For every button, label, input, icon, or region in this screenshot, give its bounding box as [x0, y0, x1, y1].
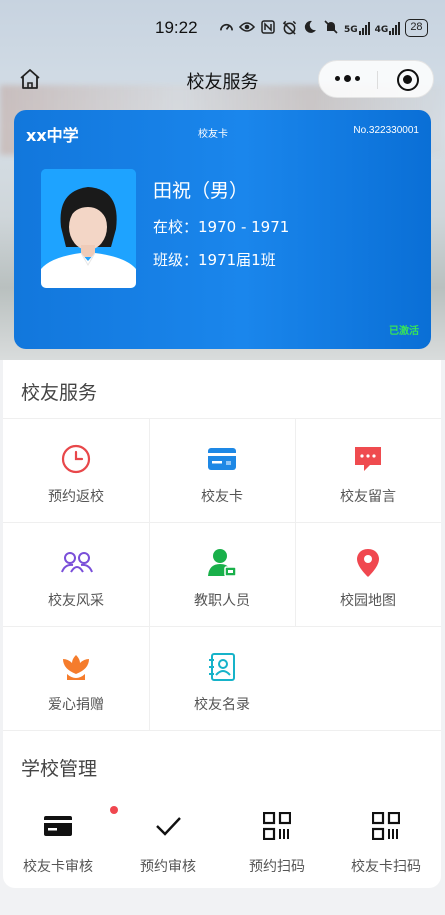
service-label: 爱心捐赠: [48, 697, 104, 713]
people-icon: [61, 548, 93, 578]
close-miniprogram-icon[interactable]: [397, 69, 419, 91]
mgmt-card-scan[interactable]: 校友卡扫码: [331, 811, 441, 888]
card-class: 班级：1971届1班: [153, 251, 276, 269]
card-holder-name: 田祝（男）: [153, 180, 249, 202]
alumni-card[interactable]: xx中学 校友卡 No.322330001 田祝（男） 在校：1970 - 19…: [14, 110, 431, 349]
qr-scan-icon: [262, 811, 292, 841]
signal-4g: 4G: [374, 21, 401, 35]
donate-icon: [61, 652, 91, 682]
service-label: 教职人员: [194, 593, 250, 609]
navigation-bar: 校友服务: [0, 58, 445, 102]
service-label: 校友名录: [194, 697, 250, 713]
service-label: 预约返校: [48, 489, 104, 505]
alarm-icon: [281, 20, 297, 36]
status-icons: 5G 4G 28: [218, 18, 428, 38]
service-campus-map[interactable]: 校园地图: [295, 522, 441, 626]
service-alumni-showcase[interactable]: 校友风采: [3, 522, 149, 626]
mgmt-booking-scan[interactable]: 预约扫码: [222, 811, 332, 888]
mgmt-booking-review[interactable]: 预约审核: [113, 812, 223, 888]
battery-indicator: 28: [405, 19, 428, 37]
qr-scan-icon: [371, 811, 401, 841]
more-icon[interactable]: [335, 75, 360, 82]
moon-icon: [302, 20, 318, 36]
capsule-divider: [377, 71, 378, 89]
service-label: 校友留言: [340, 489, 396, 505]
card-type-label: 校友卡: [198, 129, 228, 140]
map-pin-icon: [353, 548, 383, 578]
status-bar: 19:22 5G 4G 28: [0, 0, 445, 56]
service-alumni-directory[interactable]: 校友名录: [149, 626, 295, 730]
service-donation[interactable]: 爱心捐赠: [3, 626, 149, 730]
eye-icon: [238, 20, 256, 36]
card-review-icon: [44, 806, 118, 840]
service-label: 校友卡: [201, 489, 243, 505]
message-icon: [353, 444, 383, 474]
mute-icon: [323, 20, 339, 36]
miniprogram-capsule: [318, 60, 434, 98]
nfc-icon: [260, 20, 276, 36]
service-label: 校友风采: [48, 593, 104, 609]
mgmt-card-review[interactable]: 校友卡审核: [3, 806, 118, 888]
card-status-badge: 已激活: [389, 326, 419, 337]
mgmt-label: 预约扫码: [249, 859, 305, 875]
avatar: [41, 169, 136, 288]
check-icon: [154, 812, 182, 840]
card-school-years: 在校：1970 - 1971: [153, 218, 290, 236]
status-time: 19:22: [155, 18, 198, 37]
card-icon: [207, 444, 237, 474]
signal-label-4g: 4G: [374, 24, 389, 35]
services-panel: 校友服务 预约返校 校友卡 校友留言 校友风采 教职人员 校园地图 爱心捐赠 校…: [3, 360, 441, 888]
school-management-row: 校友卡审核 预约审核 预约扫码 校友卡扫码: [3, 806, 441, 888]
staff-icon: [207, 548, 237, 578]
school-management-title: 学校管理: [21, 758, 98, 780]
card-number: No.322330001: [353, 125, 419, 136]
signal-5g: 5G: [344, 21, 370, 35]
speedometer-icon: [218, 20, 234, 36]
service-label: 校园地图: [340, 593, 396, 609]
mgmt-label: 预约审核: [140, 859, 196, 875]
clock-icon: [61, 444, 91, 474]
service-alumni-card[interactable]: 校友卡: [149, 418, 295, 522]
service-alumni-message[interactable]: 校友留言: [295, 418, 441, 522]
card-school-name: xx中学: [26, 126, 79, 145]
service-staff[interactable]: 教职人员: [149, 522, 295, 626]
mgmt-label: 校友卡审核: [23, 859, 93, 875]
signal-label-5g: 5G: [344, 24, 358, 35]
alumni-services-title: 校友服务: [21, 382, 98, 404]
directory-icon: [207, 652, 237, 682]
service-book-return[interactable]: 预约返校: [3, 418, 149, 522]
mgmt-label: 校友卡扫码: [351, 859, 421, 875]
